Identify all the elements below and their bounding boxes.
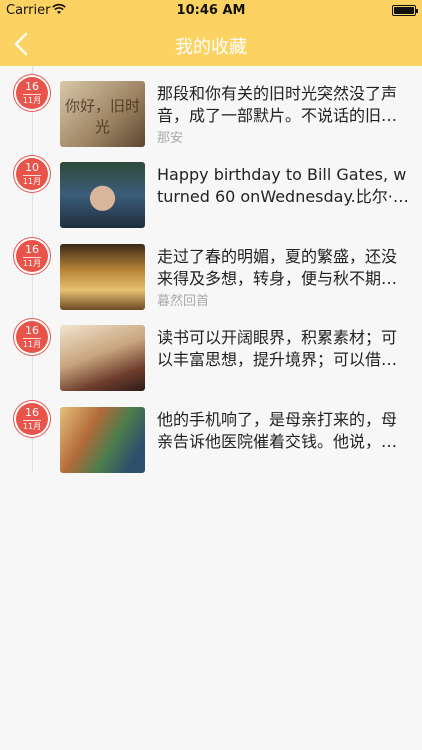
item-excerpt: 读书可以开阔眼界，积累素材；可 以丰富思想，提升境界；可以借… [157,328,398,369]
item-excerpt: 他的手机响了，是母亲打来的，母 亲告诉他医院催着交钱。他说，… [157,410,398,451]
list-item[interactable]: 16 11月 走过了春的明媚，夏的繁盛，还没 来得及多想，转身，便与秋不期… 暮… [0,240,422,310]
status-bar: Carrier 10:46 AM [0,0,422,22]
thumbnail-image [60,325,145,391]
date-badge: 16 11月 [16,403,48,435]
item-author: 那安 [157,131,184,146]
date-badge: 16 11月 [16,321,48,353]
badge-month: 11月 [22,340,42,349]
badge-month: 11月 [22,177,42,186]
item-author: 暮然回首 [157,294,210,309]
badge-day: 16 [25,243,39,256]
page-title: 我的收藏 [175,37,247,58]
list-item[interactable]: 16 11月 他的手机响了，是母亲打来的，母 亲告诉他医院催着交钱。他说，… [0,403,422,473]
badge-day: 16 [25,324,39,337]
thumbnail-image [60,162,145,228]
item-excerpt: 走过了春的明媚，夏的繁盛，还没 来得及多想，转身，便与秋不期… [157,247,398,288]
badge-month: 11月 [22,96,42,105]
date-badge: 10 11月 [16,158,48,190]
list-item[interactable]: 16 11月 你好，旧时光 那段和你有关的旧时光突然没了声 音，成了一部默片。不… [0,77,422,147]
item-excerpt: Happy birthday to Bill Gates, who turned… [157,165,407,206]
badge-day: 10 [25,161,39,174]
badge-month: 11月 [22,259,42,268]
badge-day: 16 [25,80,39,93]
badge-day: 16 [25,406,39,419]
badge-month: 11月 [22,422,42,431]
battery-icon [392,5,418,16]
thumbnail-caption: 你好，旧时光 [64,97,140,136]
thumbnail-image [60,244,145,310]
nav-bar: 我的收藏 [0,22,422,66]
thumbnail-image: 你好，旧时光 [60,81,145,147]
date-badge: 16 11月 [16,240,48,272]
list-item[interactable]: 10 11月 Happy birthday to Bill Gates, who… [0,158,422,228]
status-time: 10:46 AM [176,3,246,18]
thumbnail-image [60,407,145,473]
list-item[interactable]: 16 11月 读书可以开阔眼界，积累素材；可 以丰富思想，提升境界；可以借… [0,321,422,391]
date-badge: 16 11月 [16,77,48,109]
item-excerpt: 那段和你有关的旧时光突然没了声 音，成了一部默片。不说话的旧… [157,84,398,125]
